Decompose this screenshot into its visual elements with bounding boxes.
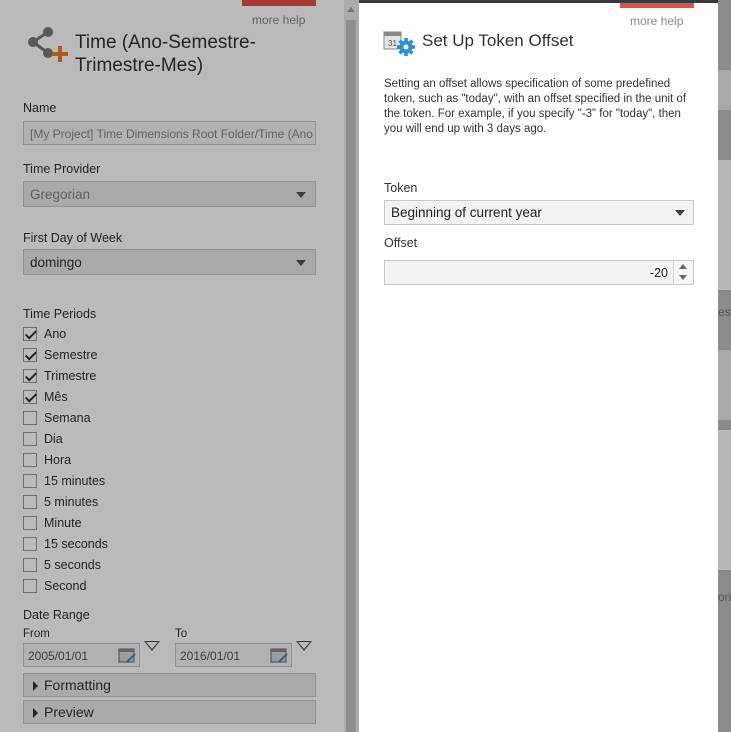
stepper-buttons	[673, 261, 693, 284]
token-label: Token	[384, 181, 418, 195]
dialog-description: Setting an offset allows specification o…	[384, 78, 687, 135]
background-tile	[718, 430, 731, 570]
more-help-tab[interactable]	[620, 3, 694, 8]
increment-arrow-icon[interactable]	[679, 264, 687, 269]
background-tile	[718, 160, 731, 290]
offset-value[interactable]: -20	[650, 266, 668, 280]
background-tile	[718, 350, 731, 420]
offset-label: Offset	[384, 236, 418, 250]
more-help-link[interactable]: more help	[630, 14, 683, 28]
scrollbar-thumb[interactable]	[346, 20, 356, 732]
scroll-up-arrow-icon[interactable]	[347, 7, 355, 12]
token-offset-dialog: more help 31 Set Up Token Offset Setting…	[359, 0, 718, 732]
chevron-down-icon	[675, 210, 685, 216]
background-tile	[718, 70, 731, 110]
background-text-fragment: on	[718, 590, 731, 604]
background-app: es on	[718, 0, 731, 732]
time-dimension-panel: more help Time (Ano-Semestre-Trimestre-M…	[0, 0, 344, 732]
decrement-arrow-icon[interactable]	[679, 275, 687, 280]
dialog-title: Set Up Token Offset	[422, 31, 574, 50]
modal-overlay	[0, 0, 344, 732]
token-value: Beginning of current year	[391, 205, 542, 220]
background-text-fragment: es	[718, 305, 731, 319]
calendar-day-number: 31	[388, 39, 397, 48]
panel-scrollbar[interactable]	[344, 0, 359, 732]
calendar-gear-icon: 31	[383, 31, 415, 56]
offset-stepper[interactable]: -20	[384, 260, 694, 285]
token-dropdown[interactable]: Beginning of current year	[384, 200, 694, 225]
